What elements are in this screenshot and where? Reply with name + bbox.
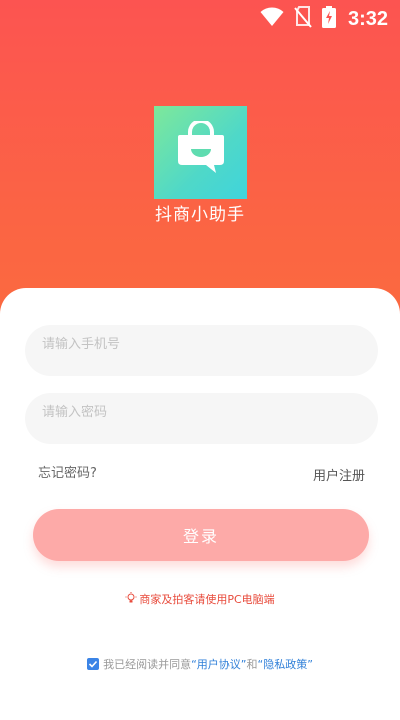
app-logo [154,106,247,199]
agreement-prefix: 我已经阅读并同意 [103,658,192,671]
phone-placeholder: 请输入手机号 [42,337,121,352]
pc-tip: 商家及拍客请使用PC电脑端 [0,591,400,607]
login-button[interactable]: 登录 [33,509,369,561]
battery-charging-icon [321,6,336,32]
register-link[interactable]: 用户注册 [313,465,365,484]
status-bar: 3:32 [0,0,400,40]
no-sim-icon [294,6,312,32]
forgot-password-link[interactable]: 忘记密码? [38,462,97,481]
shopping-bag-chat-icon [172,118,230,185]
lightbulb-icon [125,591,137,607]
agreement-row: 我已经阅读并同意 “用户协议” 和 “隐私政策” [0,656,400,672]
phone-input[interactable]: 请输入手机号 [25,325,378,376]
status-time: 3:32 [347,7,388,30]
app-name: 抖商小助手 [155,205,245,225]
password-placeholder: 请输入密码 [42,405,108,420]
agreement-and: 和 [246,658,258,671]
password-input[interactable]: 请输入密码 [25,393,378,444]
agreement-checkbox[interactable] [87,658,100,670]
user-agreement-link[interactable]: “用户协议” [191,656,246,672]
privacy-policy-link[interactable]: “隐私政策” [258,656,313,672]
wifi-icon [260,7,284,31]
pc-tip-text: 商家及拍客请使用PC电脑端 [139,593,275,606]
